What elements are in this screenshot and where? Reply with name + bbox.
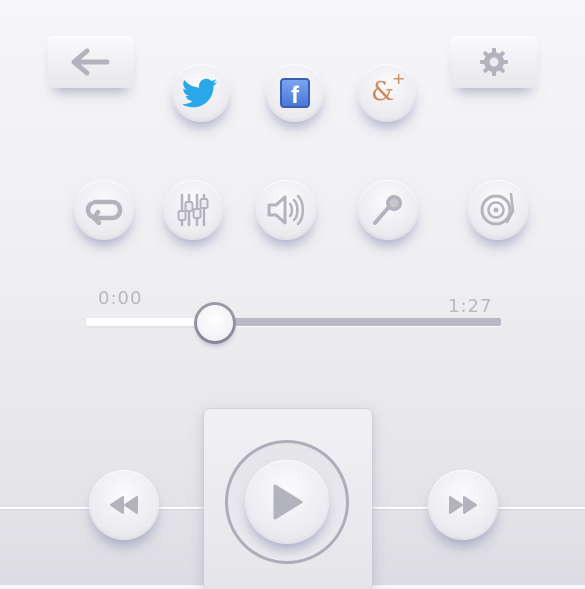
ampersand-glyph: & [371,77,395,107]
play-button[interactable] [245,460,329,544]
facebook-button[interactable]: f [266,64,324,122]
repeat-icon [85,199,123,225]
turntable-button[interactable] [468,180,528,240]
repeat-button[interactable] [74,180,134,240]
microphone-icon [373,195,402,225]
twitter-button[interactable] [172,64,230,122]
equalizer-icon [177,193,209,227]
current-time: 0:00 [98,288,143,309]
progress-knob[interactable] [196,305,233,341]
google-plus-button[interactable]: & + [358,64,416,122]
rewind-icon [110,496,138,514]
total-time: 1:27 [448,296,493,317]
progress-track[interactable] [86,318,501,326]
google-plus-icon: & + [370,71,405,109]
settings-button[interactable] [451,36,537,88]
back-button[interactable] [48,36,134,88]
microphone-button[interactable] [358,180,418,240]
twitter-bird-icon [183,78,217,108]
arrow-left-icon [71,48,110,76]
equalizer-button[interactable] [163,180,223,240]
volume-icon [267,194,305,226]
volume-button[interactable] [256,180,316,240]
gear-icon [480,48,508,76]
facebook-letter: f [291,82,299,109]
rewind-button[interactable] [89,470,159,540]
plus-glyph: + [392,69,406,88]
progress-fill [86,318,215,326]
fast-forward-icon [449,496,477,514]
turntable-icon [480,192,515,226]
play-icon [273,484,303,520]
facebook-icon: f [280,78,310,108]
fast-forward-button[interactable] [428,470,498,540]
